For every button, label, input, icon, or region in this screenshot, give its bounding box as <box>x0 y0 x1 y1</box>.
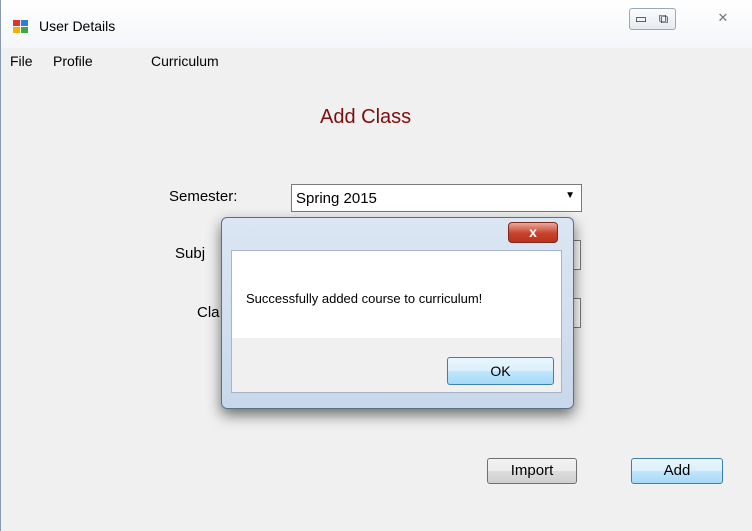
ok-button[interactable]: OK <box>447 357 554 385</box>
chevron-down-icon: ▼ <box>565 190 575 201</box>
maximize-button[interactable]: ⧉ <box>652 8 676 30</box>
window-title: User Details <box>39 18 116 34</box>
menu-curriculum[interactable]: Curriculum <box>151 53 219 69</box>
menu-profile[interactable]: Profile <box>53 53 93 69</box>
menu-bar: File Profile Curriculum <box>1 48 752 74</box>
app-icon <box>13 20 29 34</box>
add-button[interactable]: Add <box>631 458 723 484</box>
semester-label: Semester: <box>169 188 238 205</box>
dialog-body: Successfully added course to curriculum! <box>231 250 562 338</box>
class-label: Cla <box>197 304 220 321</box>
close-window-button[interactable]: ✕ <box>711 8 735 30</box>
dialog-message: Successfully added course to curriculum! <box>246 291 483 306</box>
page-title: Add Class <box>320 106 412 128</box>
import-button[interactable]: Import <box>487 458 577 484</box>
semester-dropdown[interactable]: Spring 2015 ▼ <box>291 184 582 212</box>
title-bar[interactable]: User Details ▭ ⧉ ✕ <box>1 0 752 48</box>
semester-value: Spring 2015 <box>296 190 377 207</box>
menu-file[interactable]: File <box>10 53 33 69</box>
dialog-close-button[interactable]: x <box>508 222 558 243</box>
subject-label: Subj <box>175 245 206 262</box>
minimize-button[interactable]: ▭ <box>629 8 653 30</box>
message-dialog: x Successfully added course to curriculu… <box>221 217 574 409</box>
